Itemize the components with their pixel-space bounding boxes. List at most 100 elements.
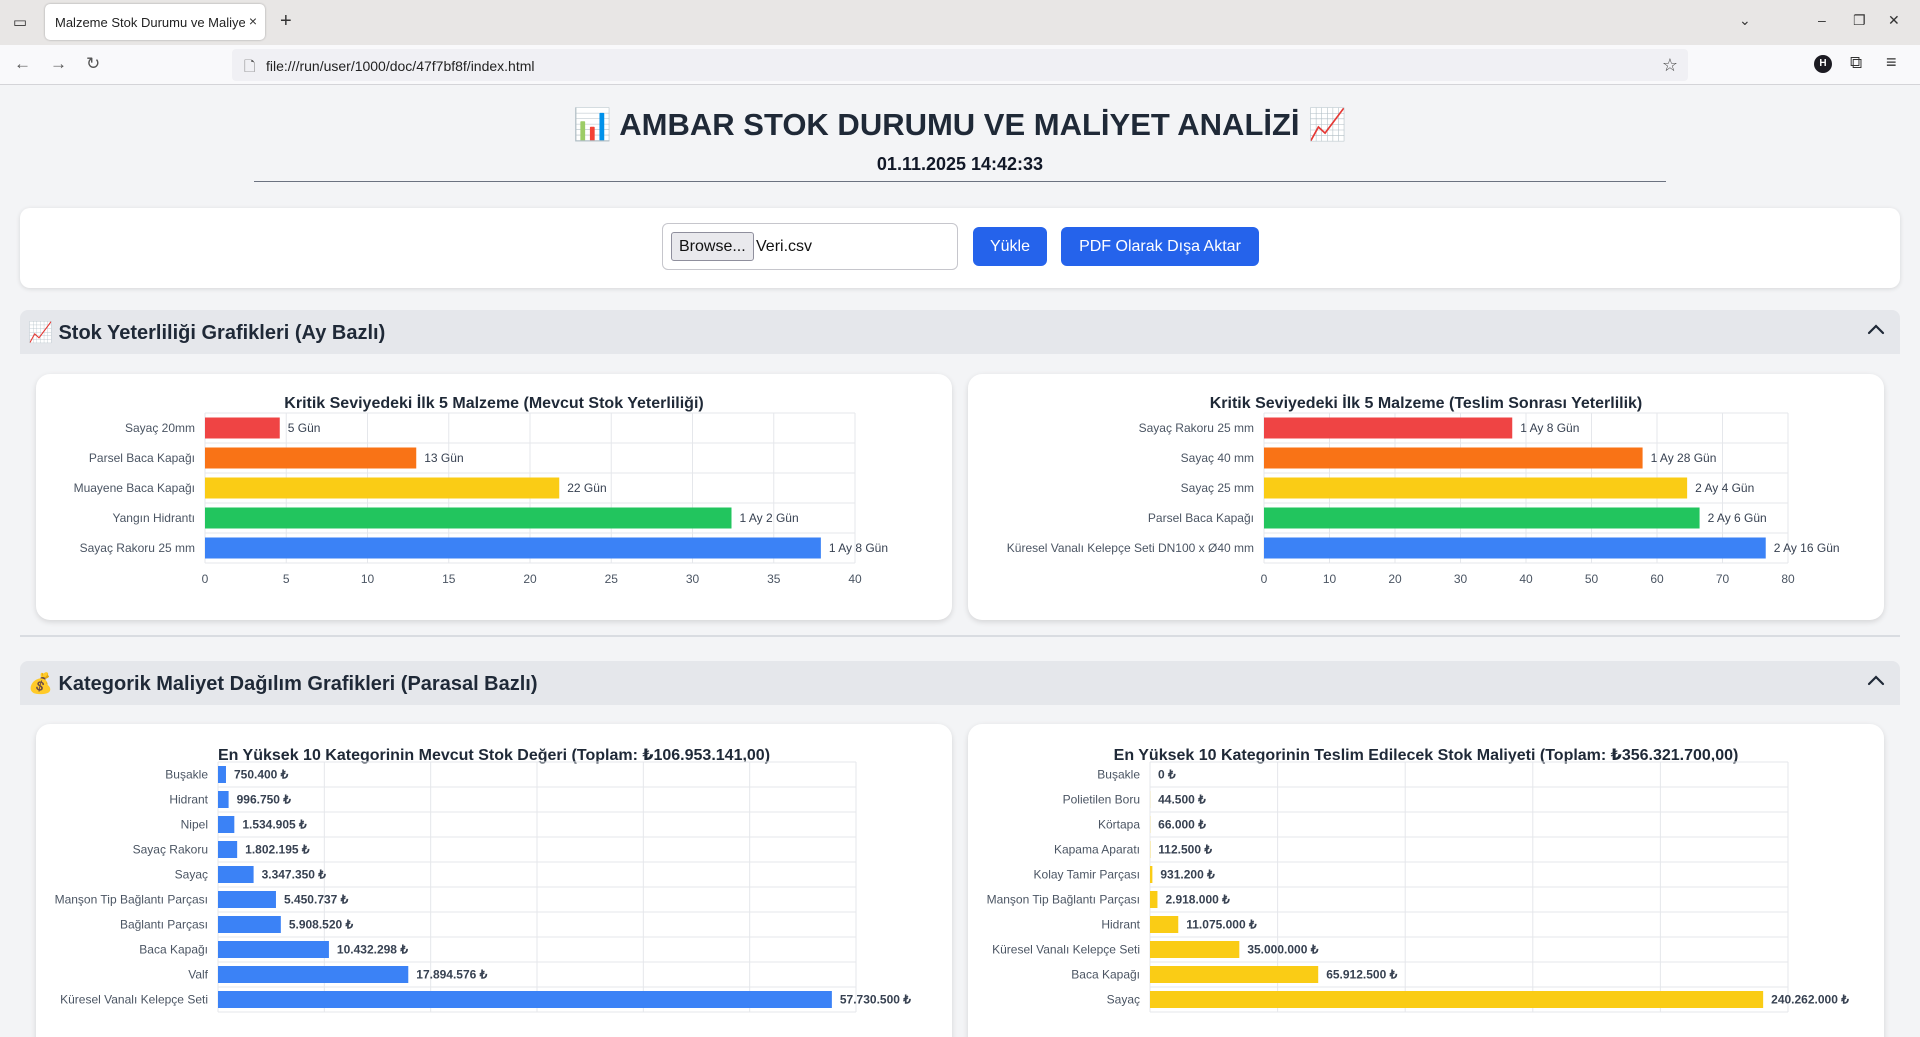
chart-card-current-stock: Kritik Seviyedeki İlk 5 Malzeme (Mevcut …	[36, 374, 952, 620]
category-label: Küresel Vanalı Kelepçe Seti DN100 x Ø40 …	[1007, 541, 1254, 555]
category-label: Körtapa	[1098, 818, 1140, 832]
load-button[interactable]: Yükle	[973, 227, 1047, 266]
chart-bar	[1264, 417, 1513, 439]
section-divider	[20, 635, 1900, 637]
back-icon[interactable]: ←	[14, 54, 31, 74]
category-label: Sayaç 40 mm	[1181, 451, 1254, 465]
chart-card-current-stock-value: En Yüksek 10 Kategorinin Mevcut Stok Değ…	[36, 724, 952, 1037]
category-label: Hidrant	[169, 793, 208, 807]
bookmark-star-icon[interactable]: ☆	[1662, 55, 1678, 76]
extensions-icon[interactable]: ⧉	[1850, 53, 1862, 73]
data-label: 1.534.905 ₺	[242, 818, 307, 832]
data-label: 1 Ay 8 Gün	[829, 541, 888, 555]
category-label: Buşakle	[1097, 768, 1140, 782]
data-label: 0 ₺	[1158, 768, 1176, 782]
tab-title: Malzeme Stok Durumu ve Maliyet Analizi	[55, 15, 245, 30]
data-label: 2 Ay 6 Gün	[1708, 511, 1767, 525]
chart-bar	[1150, 866, 1153, 883]
tick-label: 30	[1454, 572, 1468, 586]
category-label: Sayaç Rakoru 25 mm	[1139, 421, 1254, 435]
data-label: 65.912.500 ₺	[1326, 968, 1397, 982]
data-label: 3.347.350 ₺	[262, 868, 327, 882]
forward-icon[interactable]: →	[50, 54, 67, 74]
category-label: Kapama Aparatı	[1054, 843, 1140, 857]
data-label: 1 Ay 8 Gün	[1520, 421, 1579, 435]
pdf-export-button[interactable]: PDF Olarak Dışa Aktar	[1061, 227, 1259, 266]
page-icon: 🗋	[244, 58, 256, 74]
category-label: Baca Kapağı	[1071, 968, 1140, 982]
browse-button[interactable]: Browse...	[671, 232, 754, 261]
tab-list-icon[interactable]: ▭	[10, 13, 30, 33]
chart-bar	[1150, 991, 1764, 1008]
chart-bar	[205, 447, 417, 469]
title-divider	[254, 181, 1666, 182]
browser-nav-bar: ← → ↻ 🗋 file:///run/user/1000/doc/47f7bf…	[0, 45, 1920, 85]
close-window-icon[interactable]: ✕	[1888, 12, 1900, 29]
data-label: 750.400 ₺	[234, 768, 289, 782]
tick-label: 80	[1781, 572, 1795, 586]
collapse-chevron-icon[interactable]	[1864, 318, 1888, 342]
data-label: 5.450.737 ₺	[284, 893, 349, 907]
tick-label: 35	[767, 572, 781, 586]
upload-card: Browse... Veri.csv Yükle PDF Olarak Dışa…	[20, 208, 1900, 288]
data-label: 2.918.000 ₺	[1165, 893, 1230, 907]
tick-label: 60	[1650, 572, 1664, 586]
app-menu-icon[interactable]: ≡	[1886, 52, 1897, 73]
chart-bar	[1264, 507, 1700, 529]
chart-bar	[1150, 966, 1319, 983]
chart-bar	[1264, 537, 1766, 559]
chart-bar	[205, 537, 821, 559]
chart-bar	[1264, 447, 1643, 469]
category-label: Sayaç	[175, 868, 208, 882]
chart-delivery-cost: Buşakle 0 ₺ Polietilen Boru 44.500 ₺ Körtapa…	[987, 761, 1849, 1013]
tab-close-icon[interactable]: ×	[249, 13, 257, 29]
reload-icon[interactable]: ↻	[86, 54, 100, 74]
tick-label: 70	[1716, 572, 1730, 586]
file-input[interactable]: Browse... Veri.csv	[662, 223, 958, 270]
category-label: Parsel Baca Kapağı	[1148, 511, 1254, 525]
cost-distribution-section-header[interactable]: 💰 Kategorik Maliyet Dağılım Grafikleri (…	[20, 661, 1900, 705]
category-label: Sayaç Rakoru 25 mm	[80, 541, 195, 555]
profile-avatar-icon[interactable]: H	[1814, 55, 1832, 73]
chart-current-stock-value: Buşakle 750.400 ₺ Hidrant 996.750 ₺ Nipel 1.5…	[55, 761, 911, 1013]
tab-overflow-chevron-icon[interactable]: ⌄	[1739, 12, 1751, 29]
page-datetime: 01.11.2025 14:42:33	[876, 154, 1044, 174]
stock-sufficiency-section-header[interactable]: 📈 Stok Yeterliliği Grafikleri (Ay Bazlı)	[20, 310, 1900, 354]
url-text[interactable]: file:///run/user/1000/doc/47f7bf8f/index…	[266, 58, 535, 74]
category-label: Kolay Tamir Parçası	[1034, 868, 1140, 882]
category-label: Hidrant	[1101, 918, 1140, 932]
restore-icon[interactable]: ❐	[1853, 12, 1866, 29]
category-label: Bağlantı Parçası	[120, 918, 208, 932]
chart-bar	[218, 866, 254, 883]
tick-label: 5	[283, 572, 290, 586]
new-tab-button[interactable]: +	[280, 10, 292, 33]
tick-label: 0	[202, 572, 209, 586]
data-label: 66.000 ₺	[1158, 818, 1206, 832]
chart-bar	[218, 841, 238, 858]
category-label: Polietilen Boru	[1063, 793, 1140, 807]
category-label: Buşakle	[165, 768, 208, 782]
category-label: Baca Kapağı	[139, 943, 208, 957]
category-label: Manşon Tip Bağlantı Parçası	[55, 893, 208, 907]
chart-after-delivery-sufficiency: Sayaç Rakoru 25 mm 1 Ay 8 Gün Sayaç 40 mm 1…	[1007, 412, 1840, 586]
collapse-chevron-icon[interactable]	[1864, 669, 1888, 693]
category-label: Küresel Vanalı Kelepçe Seti	[60, 993, 208, 1007]
chart-current-stock-sufficiency: Sayaç 20mm 5 Gün Parsel Baca Kapağı 13 Gün M…	[74, 412, 888, 586]
chart-bar	[205, 417, 280, 439]
chart-bar	[1264, 477, 1688, 499]
tick-label: 10	[1323, 572, 1337, 586]
address-bar[interactable]: 🗋 file:///run/user/1000/doc/47f7bf8f/ind…	[232, 49, 1688, 81]
chart-bar	[218, 891, 276, 908]
data-label: 1.802.195 ₺	[245, 843, 310, 857]
data-label: 5.908.520 ₺	[289, 918, 354, 932]
category-label: Sayaç Rakoru	[133, 843, 208, 857]
chart-bar	[218, 766, 226, 783]
tick-label: 30	[686, 572, 700, 586]
browser-tab[interactable]: Malzeme Stok Durumu ve Maliyet Analizi ×	[45, 4, 265, 40]
chart-card-after-delivery: Kritik Seviyedeki İlk 5 Malzeme (Teslim …	[968, 374, 1884, 620]
data-label: 17.894.576 ₺	[416, 968, 487, 982]
tick-label: 40	[1519, 572, 1533, 586]
category-label: Nipel	[181, 818, 208, 832]
minimize-icon[interactable]: –	[1818, 12, 1826, 28]
page-title: 📊 AMBAR STOK DURUMU VE MALİYET ANALİZİ 📈	[573, 107, 1347, 142]
